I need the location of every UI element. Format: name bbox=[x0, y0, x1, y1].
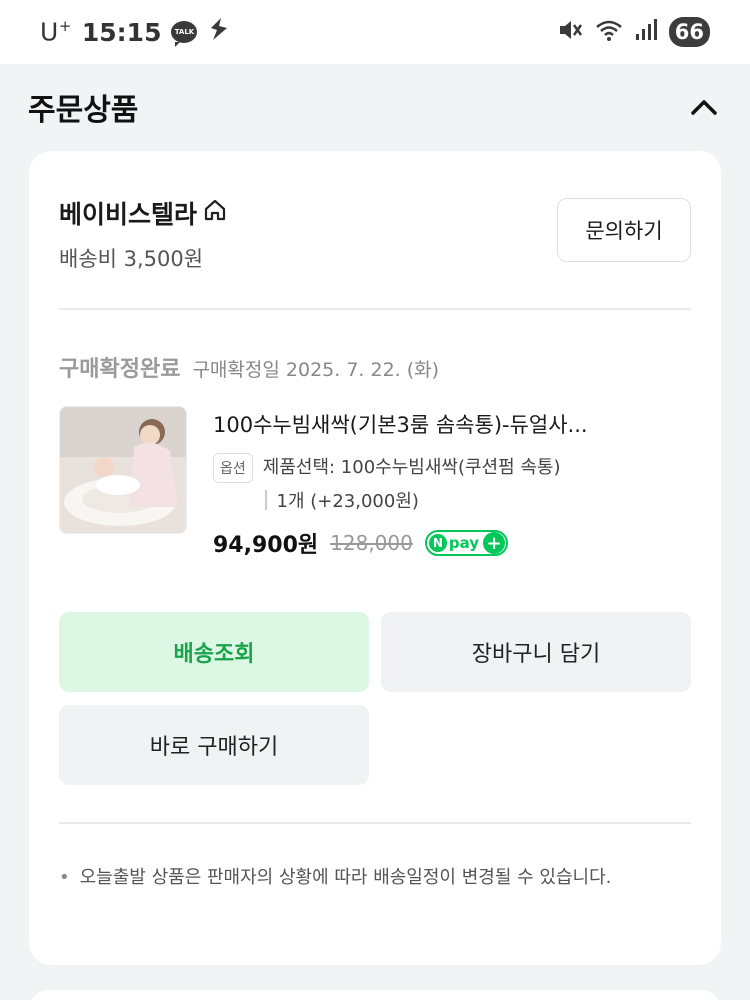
chevron-up-icon[interactable] bbox=[686, 89, 722, 125]
divider bbox=[59, 308, 691, 310]
original-price: 128,000 bbox=[330, 531, 413, 555]
plus-icon: + bbox=[483, 532, 506, 554]
option-row: 옵션 제품선택: 100수누빔새싹(쿠션펌 속통) bbox=[213, 453, 691, 483]
product-info: 100수누빔새싹(기본3룸 솜속통)-듀얼사... 옵션 제품선택: 100수누… bbox=[213, 409, 691, 559]
option-tag: 옵션 bbox=[213, 453, 253, 483]
kakaotalk-icon: TALK bbox=[171, 21, 198, 47]
next-card bbox=[29, 990, 721, 1000]
wifi-icon bbox=[595, 18, 623, 46]
notification-app-icon bbox=[207, 16, 231, 49]
carrier-label: U+ bbox=[40, 17, 72, 47]
sale-price: 94,900원 bbox=[213, 533, 319, 558]
order-items-header[interactable]: 주문상품 bbox=[0, 64, 750, 150]
shipping-notice: • 오늘출발 상품은 판매자의 상황에 따라 배송일정이 변경될 수 있습니다. bbox=[59, 861, 691, 895]
order-card: 베이비스텔라 배송비 3,500원 문의하기 구매확정완료 구매확정일 2025… bbox=[29, 151, 721, 965]
quantity-text: 1개 (+23,000원) bbox=[276, 491, 419, 512]
product-image[interactable] bbox=[59, 406, 187, 534]
option-text: 제품선택: 100수누빔새싹(쿠션펌 속통) bbox=[262, 457, 561, 478]
bullet-icon: • bbox=[59, 867, 70, 888]
option-quantity: 1개 (+23,000원) bbox=[265, 487, 691, 513]
quantity-divider bbox=[265, 490, 267, 510]
status-bar: U+ 15:15 TALK 66 bbox=[0, 0, 750, 64]
inquiry-button[interactable]: 문의하기 bbox=[557, 198, 691, 262]
store-name: 베이비스텔라 bbox=[59, 200, 198, 229]
order-status-row: 구매확정완료 구매확정일 2025. 7. 22. (화) bbox=[59, 351, 439, 383]
mute-vibrate-icon bbox=[557, 18, 583, 46]
npay-n-icon: N bbox=[428, 534, 447, 552]
npay-label: pay bbox=[448, 534, 480, 552]
section-title: 주문상품 bbox=[28, 93, 139, 128]
signal-icon bbox=[635, 18, 657, 46]
confirm-date: 구매확정일 2025. 7. 22. (화) bbox=[192, 359, 440, 381]
divider bbox=[59, 822, 691, 824]
npay-plus-badge: N pay + bbox=[424, 530, 509, 556]
buy-now-button[interactable]: 바로 구매하기 bbox=[59, 705, 369, 785]
order-status-label: 구매확정완료 bbox=[59, 357, 181, 382]
store-info: 베이비스텔라 배송비 3,500원 문의하기 bbox=[59, 195, 691, 275]
product-name[interactable]: 100수누빔새싹(기본3룸 솜속통)-듀얼사... bbox=[213, 409, 691, 439]
battery-indicator: 66 bbox=[668, 17, 710, 47]
track-delivery-button[interactable]: 배송조회 bbox=[59, 612, 369, 692]
notice-text: 오늘출발 상품은 판매자의 상황에 따라 배송일정이 변경될 수 있습니다. bbox=[79, 867, 612, 888]
price-row: 94,900원 128,000 N pay + bbox=[213, 527, 691, 559]
home-icon bbox=[203, 198, 227, 228]
clock-time: 15:15 bbox=[81, 17, 162, 47]
add-to-cart-button[interactable]: 장바구니 담기 bbox=[381, 612, 691, 692]
